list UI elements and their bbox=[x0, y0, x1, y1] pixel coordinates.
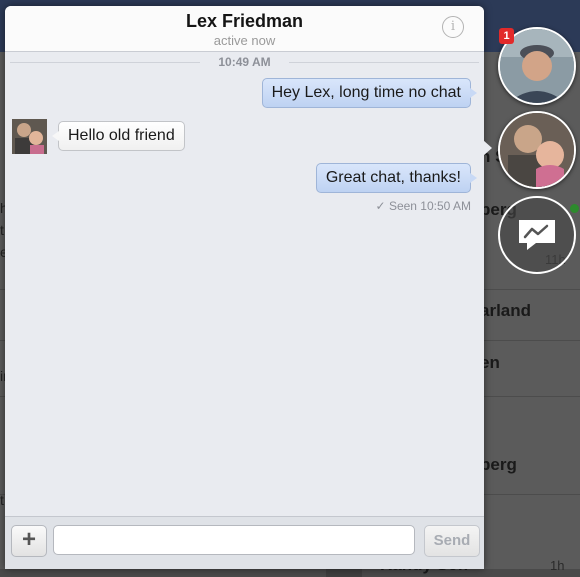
background-name: arland bbox=[480, 301, 532, 320]
seen-receipt: ✓ Seen 10:50 AM bbox=[376, 199, 471, 213]
message-composer: + Send bbox=[5, 516, 484, 569]
add-attachment-button[interactable]: + bbox=[11, 525, 47, 557]
info-icon[interactable]: i bbox=[442, 16, 464, 38]
background-name: berg bbox=[480, 455, 517, 474]
contact-name: Lex Friedman bbox=[185, 11, 304, 31]
chat-header: Lex Friedman active now i bbox=[5, 6, 484, 52]
active-chat-pointer bbox=[483, 140, 492, 156]
background-fragment: t bbox=[0, 222, 4, 238]
background-time: 1h bbox=[550, 558, 565, 573]
message-timestamp: 10:49 AM bbox=[218, 55, 271, 69]
message-input[interactable] bbox=[53, 525, 415, 555]
unread-badge: 1 bbox=[499, 28, 514, 44]
send-button[interactable]: Send bbox=[424, 525, 480, 557]
messenger-icon bbox=[519, 220, 555, 250]
messenger-button[interactable] bbox=[498, 196, 576, 274]
outgoing-message: Hey Lex, long time no chat bbox=[261, 78, 478, 108]
outgoing-message: Great chat, thanks! bbox=[315, 163, 478, 193]
presence-status: active now bbox=[213, 33, 276, 48]
chat-window: Lex Friedman active now i 10:49 AM Hey L… bbox=[5, 6, 484, 569]
background-fragment: t bbox=[0, 492, 4, 508]
chat-head-avatar[interactable] bbox=[498, 111, 576, 189]
check-icon: ✓ bbox=[375, 199, 386, 213]
seen-text: Seen 10:50 AM bbox=[388, 199, 471, 213]
message-timestamp-row: 10:49 AM bbox=[5, 55, 484, 69]
incoming-message: Hello old friend bbox=[52, 121, 185, 151]
avatar bbox=[12, 119, 47, 154]
